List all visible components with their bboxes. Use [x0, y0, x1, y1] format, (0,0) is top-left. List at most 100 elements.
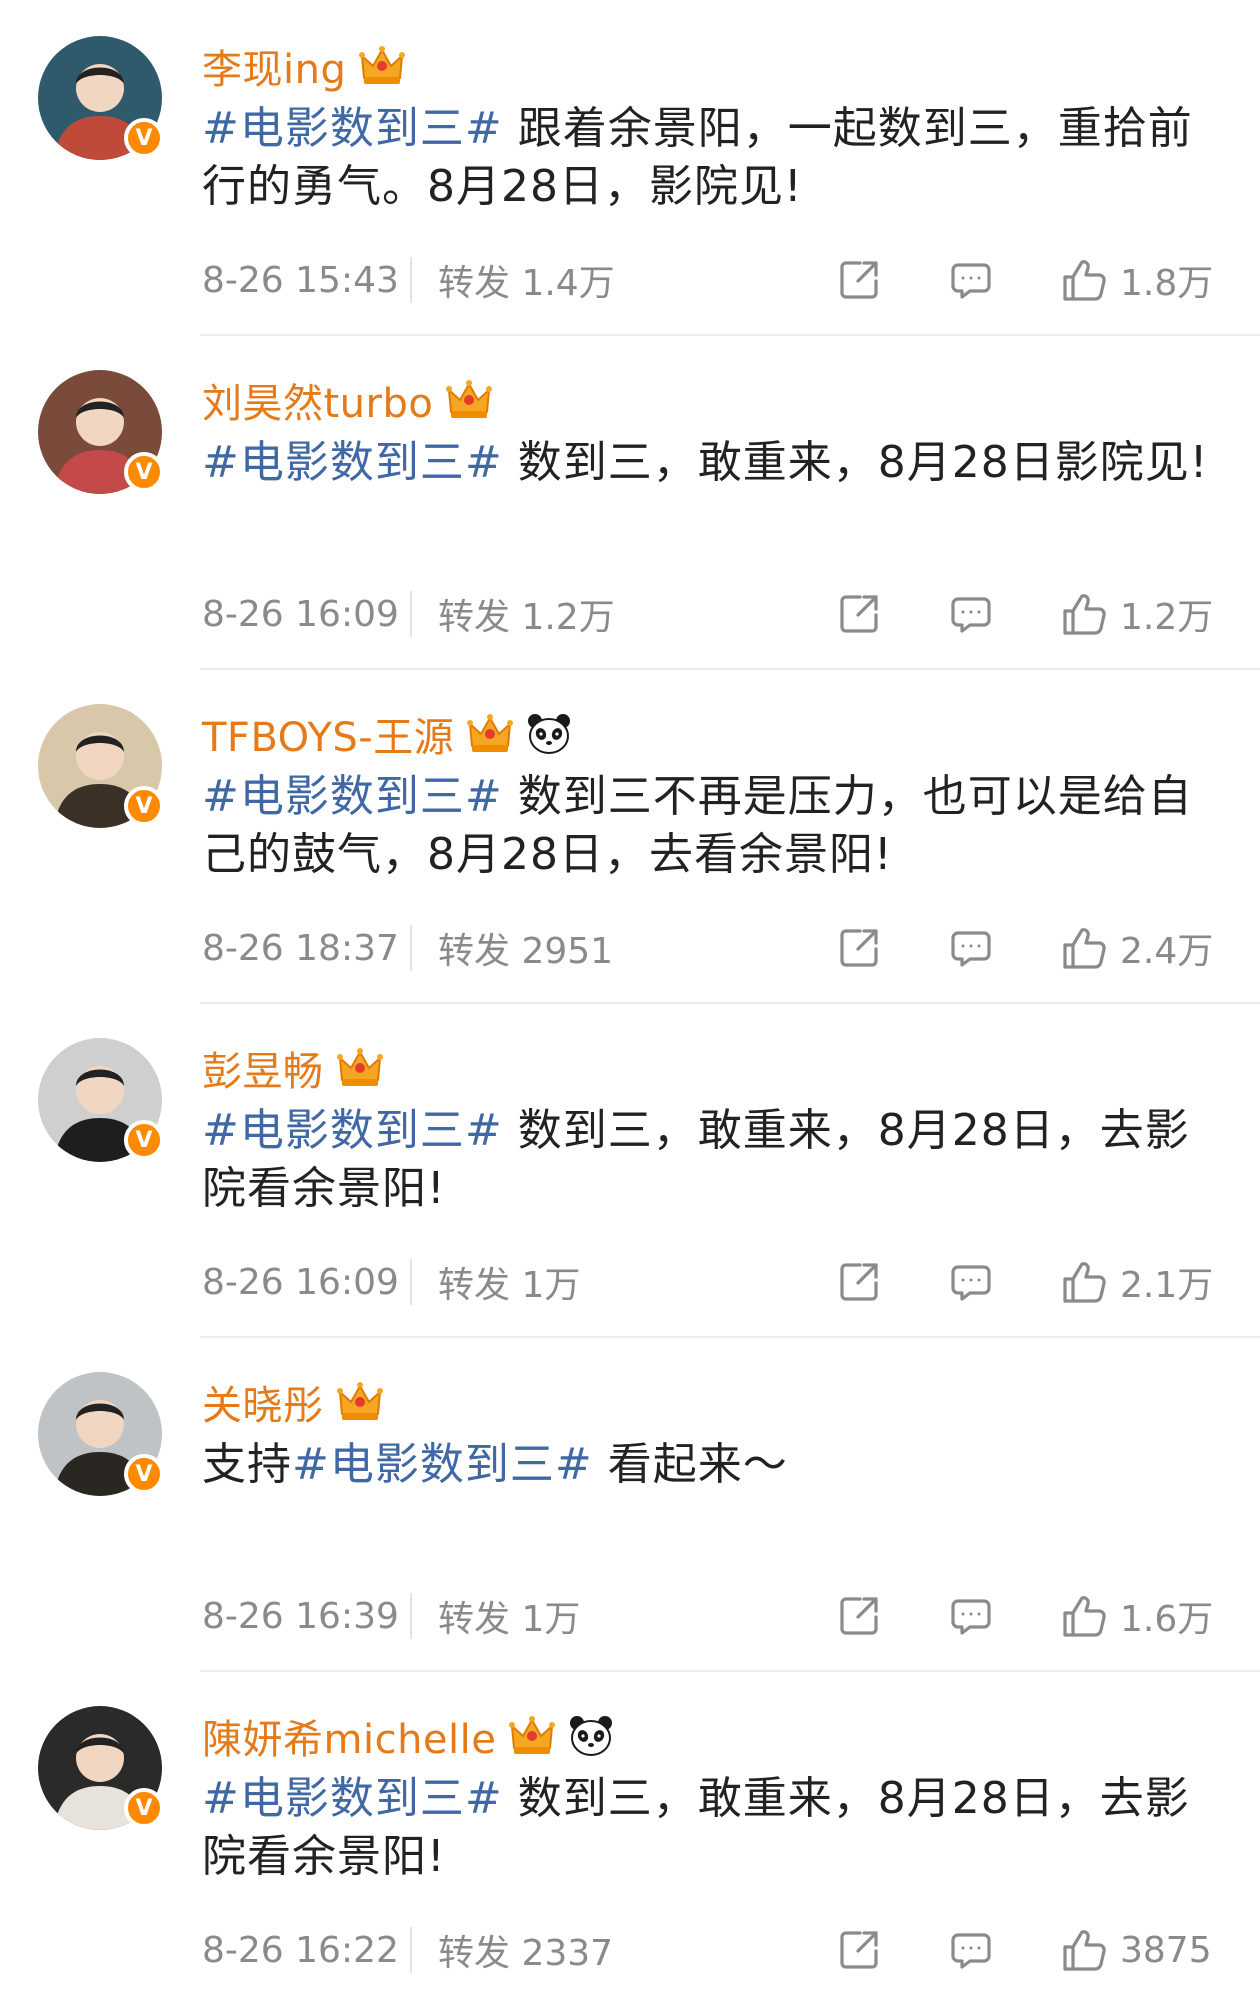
- username[interactable]: TFBOYS-王源: [202, 705, 454, 763]
- content-text: 看起来～: [592, 1439, 788, 1490]
- like-button[interactable]: 2.1万: [1060, 1256, 1213, 1308]
- like-count: 1.6万: [1120, 1599, 1214, 1640]
- comment-icon: [951, 1265, 991, 1301]
- meta-divider: [410, 1259, 412, 1305]
- avatar-container[interactable]: V: [38, 1038, 164, 1162]
- username[interactable]: 李现ing: [202, 37, 346, 95]
- post-timestamp: 8-26 16:22: [202, 1929, 399, 1971]
- name-row: 彭昱畅: [202, 1040, 384, 1096]
- share-button[interactable]: [836, 1259, 882, 1305]
- verified-v-icon: V: [124, 786, 164, 826]
- hashtag-link[interactable]: #电影数到三#: [202, 103, 503, 154]
- like-count: 2.1万: [1120, 1265, 1214, 1306]
- username[interactable]: 刘昊然turbo: [202, 371, 433, 429]
- verified-v-icon: V: [124, 1120, 164, 1160]
- share-icon: [840, 1597, 878, 1635]
- avatar-container[interactable]: V: [38, 1372, 164, 1496]
- share-icon: [840, 929, 878, 967]
- crown-badge-icon[interactable]: [358, 44, 406, 88]
- hashtag-link[interactable]: #电影数到三#: [202, 1105, 503, 1156]
- like-count: 3875: [1120, 1929, 1212, 1971]
- post-meta-bar: 8-26 15:43 转发 1.4万 1.8万: [202, 250, 1222, 310]
- crown-badge-icon[interactable]: [336, 1380, 384, 1424]
- hashtag-link[interactable]: #电影数到三#: [202, 771, 503, 822]
- meta-divider: [410, 925, 412, 971]
- avatar-container[interactable]: V: [38, 704, 164, 828]
- name-row: 陳妍希michelle: [202, 1708, 614, 1764]
- hashtag-link[interactable]: #电影数到三#: [202, 437, 503, 488]
- share-icon: [840, 261, 878, 299]
- hashtag-link[interactable]: #电影数到三#: [292, 1439, 593, 1490]
- comment-icon: [951, 1599, 991, 1635]
- comment-icon: [951, 597, 991, 633]
- post-timestamp: 8-26 15:43: [202, 259, 399, 301]
- share-button[interactable]: [836, 591, 882, 637]
- avatar-container[interactable]: V: [38, 370, 164, 494]
- avatar-container[interactable]: V: [38, 36, 164, 160]
- post-item: V 李现ing #电影数到三# 跟着余景阳，一起数到三，重拾前行的勇气。8月28…: [0, 0, 1260, 334]
- like-count: 2.4万: [1120, 931, 1214, 972]
- thumbs-up-icon: [1063, 260, 1106, 301]
- post-item: V 彭昱畅 #电影数到三# 数到三，敢重来，8月28日，去影院看余景阳! 8-2…: [0, 1002, 1260, 1336]
- avatar-container[interactable]: V: [38, 1706, 164, 1830]
- post-content: #电影数到三# 数到三，敢重来，8月28日影院见!: [202, 434, 1222, 492]
- hashtag-link[interactable]: #电影数到三#: [202, 1773, 503, 1824]
- crown-badge-icon[interactable]: [508, 1714, 556, 1758]
- share-icon: [840, 1931, 878, 1969]
- comment-icon: [951, 931, 991, 967]
- comment-icon: [951, 263, 991, 299]
- crown-badge-icon[interactable]: [336, 1046, 384, 1090]
- like-button[interactable]: 2.4万: [1060, 922, 1213, 974]
- comment-button[interactable]: [948, 1927, 994, 1973]
- name-row: TFBOYS-王源: [202, 706, 572, 762]
- post-meta-bar: 8-26 16:09 转发 1.2万 1.2万: [202, 584, 1222, 644]
- post-item: V TFBOYS-王源 #电影数到三# 数到三不再是压力，也可以是给自己的鼓气，…: [0, 668, 1260, 1002]
- post-item: V 陳妍希michelle #电影数到三# 数到三，敢重来，8月28日，去影院看…: [0, 1670, 1260, 2004]
- post-meta-bar: 8-26 16:09 转发 1万 2.1万: [202, 1252, 1222, 1312]
- weibo-comment-feed: V 李现ing #电影数到三# 跟着余景阳，一起数到三，重拾前行的勇气。8月28…: [0, 0, 1260, 1974]
- comment-button[interactable]: [948, 591, 994, 637]
- verified-v-icon: V: [124, 452, 164, 492]
- like-count: 1.8万: [1120, 263, 1214, 304]
- comment-button[interactable]: [948, 1259, 994, 1305]
- verified-v-icon: V: [124, 1454, 164, 1494]
- post-content: #电影数到三# 跟着余景阳，一起数到三，重拾前行的勇气。8月28日，影院见!: [202, 100, 1222, 216]
- post-meta-bar: 8-26 18:37 转发 2951 2.4万: [202, 918, 1222, 978]
- like-button[interactable]: 1.6万: [1060, 1590, 1213, 1642]
- meta-divider: [410, 1593, 412, 1639]
- post-timestamp: 8-26 16:39: [202, 1595, 399, 1637]
- post-meta-bar: 8-26 16:39 转发 1万 1.6万: [202, 1586, 1222, 1646]
- share-button[interactable]: [836, 1593, 882, 1639]
- like-button[interactable]: 1.8万: [1060, 254, 1213, 306]
- like-button[interactable]: 1.2万: [1060, 588, 1213, 640]
- content-prefix: 支持: [202, 1439, 292, 1490]
- meta-divider: [410, 591, 412, 637]
- thumbs-up-icon: [1063, 928, 1106, 969]
- meta-divider: [410, 1927, 412, 1973]
- thumbs-up-icon: [1063, 594, 1106, 635]
- post-content: #电影数到三# 数到三不再是压力，也可以是给自己的鼓气，8月28日，去看余景阳!: [202, 768, 1222, 884]
- share-button[interactable]: [836, 1927, 882, 1973]
- like-button[interactable]: 3875: [1060, 1927, 1212, 1973]
- comment-button[interactable]: [948, 1593, 994, 1639]
- thumbs-up-icon: [1063, 1262, 1106, 1303]
- share-icon: [840, 595, 878, 633]
- content-text: 数到三，敢重来，8月28日影院见!: [502, 437, 1209, 488]
- comment-button[interactable]: [948, 257, 994, 303]
- crown-badge-icon[interactable]: [445, 378, 493, 422]
- username[interactable]: 陳妍希michelle: [202, 1707, 496, 1765]
- crown-badge-icon[interactable]: [466, 712, 514, 756]
- username[interactable]: 彭昱畅: [202, 1039, 324, 1097]
- username[interactable]: 关晓彤: [202, 1373, 324, 1431]
- verified-v-icon: V: [124, 118, 164, 158]
- share-button[interactable]: [836, 257, 882, 303]
- comment-button[interactable]: [948, 925, 994, 971]
- name-row: 刘昊然turbo: [202, 372, 493, 428]
- name-row: 关晓彤: [202, 1374, 384, 1430]
- share-button[interactable]: [836, 925, 882, 971]
- thumbs-up-icon: [1063, 1596, 1106, 1637]
- name-row: 李现ing: [202, 38, 406, 94]
- meta-divider: [410, 257, 412, 303]
- like-count: 1.2万: [1120, 597, 1214, 638]
- post-timestamp: 8-26 18:37: [202, 927, 399, 969]
